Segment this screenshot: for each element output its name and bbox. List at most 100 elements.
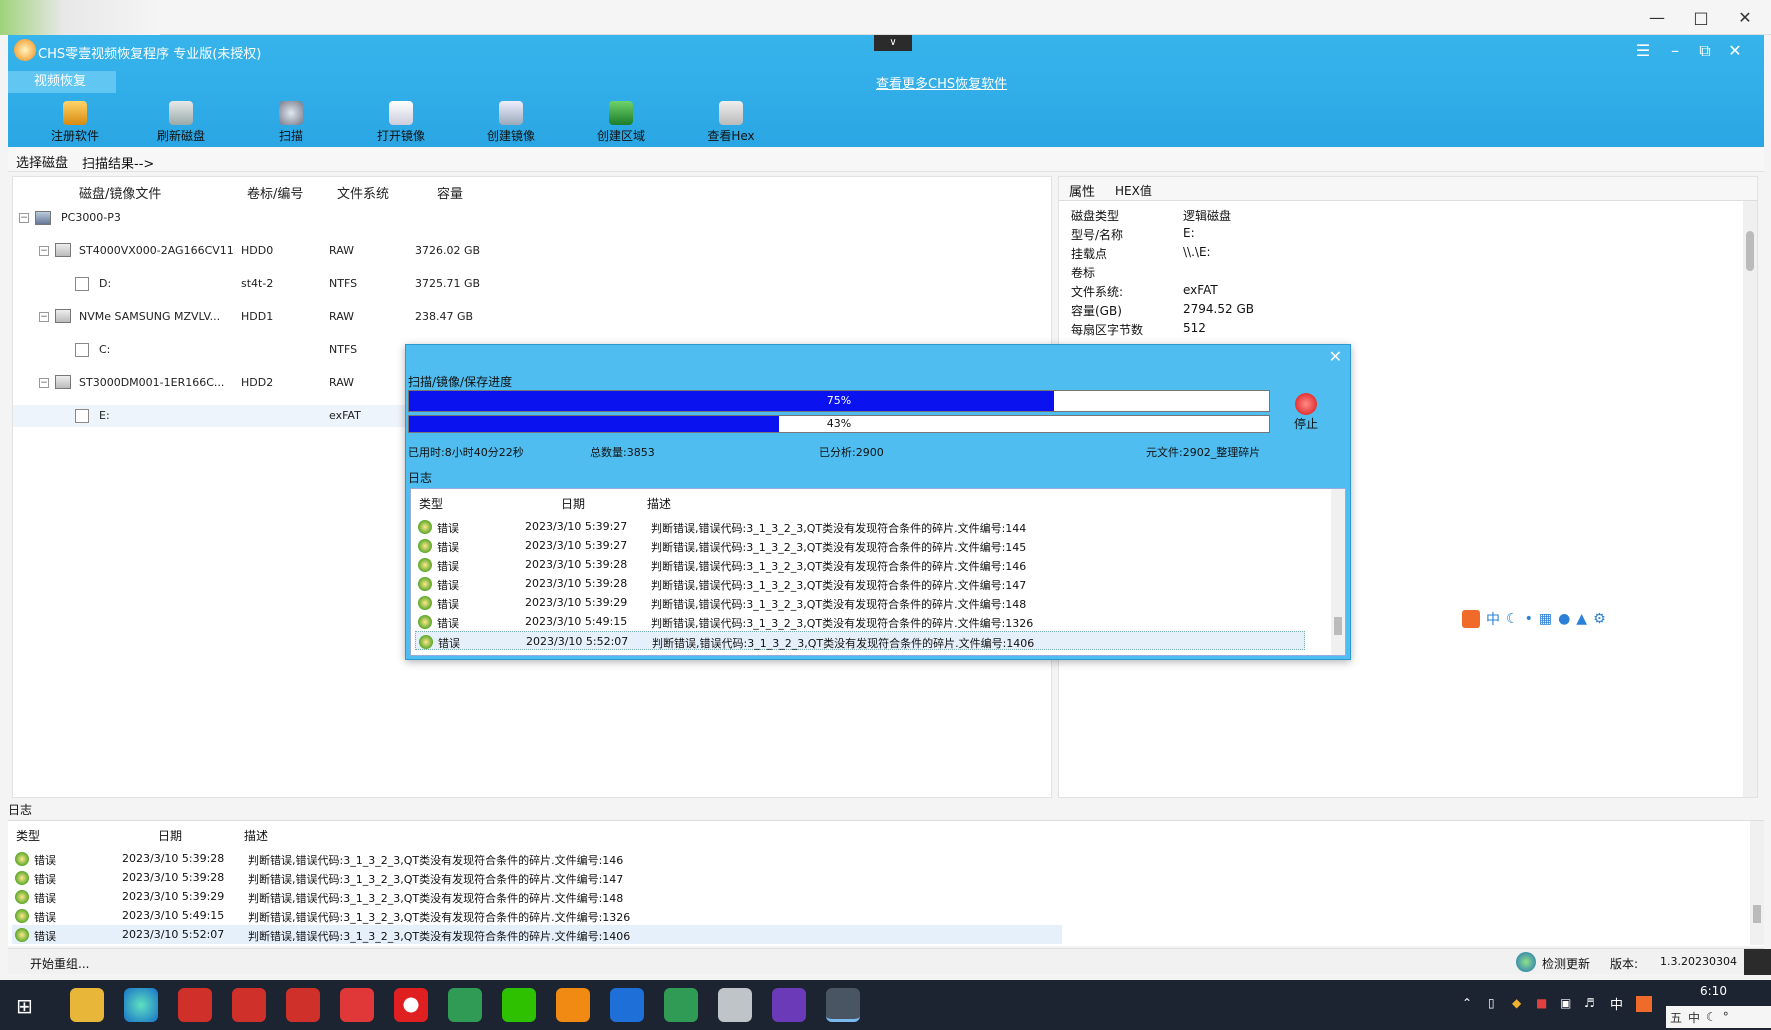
keyboard-icon[interactable]: ▦ xyxy=(1539,611,1552,627)
register-button[interactable]: 注册软件 xyxy=(30,99,120,145)
blue-app-icon[interactable] xyxy=(610,988,644,1022)
punct-icon[interactable]: • xyxy=(1525,611,1533,627)
chevron-down-icon[interactable]: ∨ xyxy=(874,35,912,51)
stop-button[interactable]: 停止 xyxy=(1284,393,1328,432)
punct-icon[interactable]: ° xyxy=(1723,1010,1729,1024)
usb-icon[interactable]: ▯ xyxy=(1488,996,1495,1010)
log-row[interactable]: 错误 2023/3/10 5:39:28 判断错误,错误代码:3_1_3_2_3,Q… xyxy=(12,849,1062,868)
checkbox[interactable] xyxy=(75,343,89,357)
scanner-app-icon[interactable] xyxy=(718,988,752,1022)
red-cross-app-icon[interactable] xyxy=(340,988,374,1022)
more-software-link[interactable]: 查看更多CHS恢复软件 xyxy=(876,73,1007,92)
crumb-select-disk[interactable]: 选择磁盘 xyxy=(16,152,68,171)
ime-indicator[interactable]: 中 xyxy=(1610,994,1623,1013)
checkbox[interactable] xyxy=(75,409,89,423)
open-image-button[interactable]: 打开镜像 xyxy=(356,99,446,145)
tab-video-recovery[interactable]: 视频恢复 xyxy=(8,71,116,93)
tree-row-c[interactable]: C: NTFS xyxy=(13,339,433,361)
app-close-icon[interactable]: ✕ xyxy=(1724,41,1746,60)
moon-icon[interactable]: ☾ xyxy=(1506,611,1519,627)
ime-lang-tray[interactable]: 中 xyxy=(1688,1009,1700,1026)
maximize-icon[interactable]: □ xyxy=(1684,6,1718,30)
refresh-disk-button[interactable]: 刷新磁盘 xyxy=(136,99,226,145)
log-row-selected[interactable]: 错误 2023/3/10 5:52:07 判断错误,错误代码:3_1_3_2_3,Q… xyxy=(12,925,1062,944)
log-row[interactable]: 错误 2023/3/10 5:39:27 判断错误,错误代码:3_1_3_2_3,Q… xyxy=(415,536,1305,555)
scroll-thumb[interactable] xyxy=(1334,617,1342,635)
bottom-log-scrollbar[interactable] xyxy=(1750,821,1764,945)
log-row[interactable]: 错误 2023/3/10 5:39:28 判断错误,错误代码:3_1_3_2_3,Q… xyxy=(415,574,1305,593)
tree-row-d[interactable]: D: st4t-2 NTFS 3725.71 GB xyxy=(13,273,480,295)
col-fs[interactable]: 文件系统 xyxy=(337,183,389,202)
pdf-app-icon[interactable] xyxy=(178,988,212,1022)
netease-music-icon[interactable] xyxy=(394,988,428,1022)
log-row[interactable]: 错误 2023/3/10 5:39:28 判断错误,错误代码:3_1_3_2_3,Q… xyxy=(12,868,1062,887)
log-row[interactable]: 错误 2023/3/10 5:39:28 判断错误,错误代码:3_1_3_2_3,Q… xyxy=(415,555,1305,574)
view-hex-button[interactable]: 查看Hex xyxy=(686,99,776,145)
ime-logo-icon[interactable] xyxy=(1462,610,1480,628)
col-type[interactable]: 类型 xyxy=(419,495,443,512)
app-restore-icon[interactable]: ⧉ xyxy=(1694,41,1716,61)
clock-time[interactable]: 6:10 xyxy=(1700,984,1727,998)
pdf-app-icon[interactable] xyxy=(232,988,266,1022)
pdf-app-icon[interactable] xyxy=(286,988,320,1022)
check-update-link[interactable]: 检测更新 xyxy=(1542,955,1590,972)
minimize-icon[interactable]: — xyxy=(1640,6,1674,30)
moon-icon[interactable]: ☾ xyxy=(1706,1010,1717,1024)
app-minimize-icon[interactable]: – xyxy=(1664,41,1686,60)
tree-row-hdd2[interactable]: − ST3000DM001-1ER166C... HDD2 RAW xyxy=(13,372,433,394)
collapse-icon[interactable]: − xyxy=(39,312,49,322)
collapse-icon[interactable]: − xyxy=(19,213,29,223)
edge-browser-icon[interactable] xyxy=(124,988,158,1022)
network-icon[interactable]: ▣ xyxy=(1560,996,1571,1010)
col-desc[interactable]: 描述 xyxy=(244,827,268,844)
sogou-ime-icon[interactable] xyxy=(1636,996,1652,1012)
props-scrollbar[interactable] xyxy=(1743,201,1757,797)
user-icon[interactable]: ● xyxy=(1558,611,1570,627)
wechat-icon[interactable] xyxy=(502,988,536,1022)
ime-wubi[interactable]: 五 xyxy=(1670,1009,1682,1026)
ime-status-strip[interactable]: 五 中 ☾ ° xyxy=(1666,1006,1771,1028)
log-row[interactable]: 错误 2023/3/10 5:49:15 判断错误,错误代码:3_1_3_2_3,Q… xyxy=(12,906,1062,925)
shield-icon[interactable]: ◆ xyxy=(1512,996,1521,1010)
scroll-thumb[interactable] xyxy=(1753,905,1761,923)
printer-app-icon[interactable] xyxy=(664,988,698,1022)
menu-icon[interactable]: ☰ xyxy=(1632,41,1654,60)
log-row[interactable]: 错误 2023/3/10 5:39:27 判断错误,错误代码:3_1_3_2_3,Q… xyxy=(415,517,1305,536)
col-capacity[interactable]: 容量 xyxy=(437,183,463,202)
col-type[interactable]: 类型 xyxy=(16,827,40,844)
ime-toolbar[interactable]: 中 ☾ • ▦ ● ▲ ⚙ xyxy=(1462,608,1682,630)
tray-chevron-up-icon[interactable]: ⌃ xyxy=(1462,996,1472,1010)
log-row[interactable]: 错误 2023/3/10 5:49:15 判断错误,错误代码:3_1_3_2_3,Q… xyxy=(415,612,1305,631)
log-row-selected[interactable]: 错误 2023/3/10 5:52:07 判断错误,错误代码:3_1_3_2_3,Q… xyxy=(415,631,1305,650)
tray-app-icon[interactable]: ■ xyxy=(1536,996,1547,1010)
collapse-icon[interactable]: − xyxy=(39,378,49,388)
col-date[interactable]: 日期 xyxy=(158,827,182,844)
tree-row-hdd0[interactable]: − ST4000VX000-2AG166CV11 HDD0 RAW 3726.0… xyxy=(13,240,480,262)
ime-lang[interactable]: 中 xyxy=(1486,609,1500,629)
settings-icon[interactable]: ⚙ xyxy=(1593,611,1606,627)
dialog-log-scrollbar[interactable] xyxy=(1331,489,1345,655)
tree-row-hdd1[interactable]: − NVMe SAMSUNG MZVLV... HDD1 RAW 238.47 … xyxy=(13,306,473,328)
create-region-button[interactable]: 创建区域 xyxy=(576,99,666,145)
crumb-scan-result[interactable]: 扫描结果--> xyxy=(82,153,154,172)
scroll-thumb[interactable] xyxy=(1746,231,1754,271)
hex-editor-icon[interactable] xyxy=(772,988,806,1022)
slides-app-icon[interactable] xyxy=(556,988,590,1022)
dialog-close-icon[interactable]: ✕ xyxy=(1329,347,1342,366)
tree-row-e[interactable]: E: exFAT xyxy=(13,405,433,427)
scan-button[interactable]: 扫描 xyxy=(246,99,336,145)
close-icon[interactable]: ✕ xyxy=(1728,6,1762,30)
chs-recovery-app-icon[interactable] xyxy=(826,988,860,1022)
volume-icon[interactable]: ♬ xyxy=(1584,996,1595,1010)
log-row[interactable]: 错误 2023/3/10 5:39:29 判断错误,错误代码:3_1_3_2_3,Q… xyxy=(415,593,1305,612)
col-disk-file[interactable]: 磁盘/镜像文件 xyxy=(79,183,161,202)
windows-start-icon[interactable]: ⊞ xyxy=(16,994,33,1018)
col-date[interactable]: 日期 xyxy=(561,495,585,512)
globe-icon[interactable] xyxy=(1516,952,1536,972)
tab-properties[interactable]: 属性 xyxy=(1069,181,1095,200)
printer-app-icon[interactable] xyxy=(448,988,482,1022)
file-explorer-icon[interactable] xyxy=(70,988,104,1022)
create-image-button[interactable]: 创建镜像 xyxy=(466,99,556,145)
checkbox[interactable] xyxy=(75,277,89,291)
flag-icon[interactable] xyxy=(1744,949,1771,975)
